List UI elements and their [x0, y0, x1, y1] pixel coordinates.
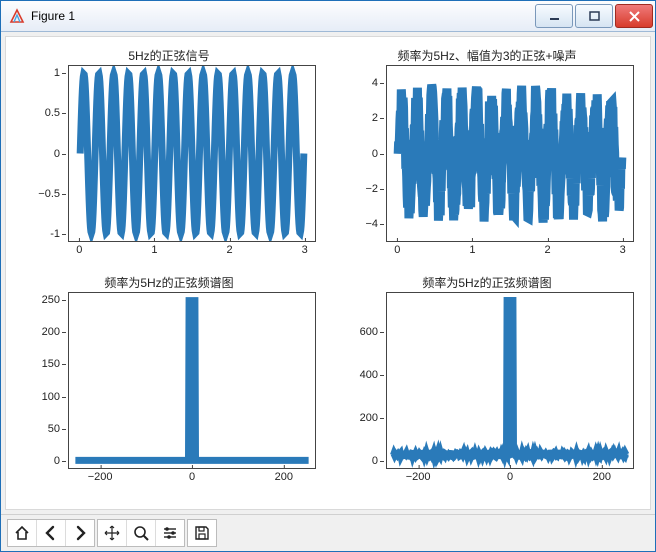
y-axis-ticks: 0 50 100 150 200 250 — [16, 292, 64, 469]
x-axis-ticks: 0 1 2 3 — [386, 244, 634, 262]
back-button[interactable] — [37, 520, 66, 546]
pan-button[interactable] — [98, 520, 127, 546]
y-tick-label: 100 — [42, 391, 60, 403]
y-tick-label: -1 — [50, 228, 60, 240]
y-tick-label: 1 — [54, 67, 60, 79]
x-axis-ticks: −200 0 200 — [68, 471, 316, 489]
toolbar-group-save — [187, 519, 217, 547]
x-tick-label: 0 — [76, 244, 82, 256]
y-tick-label: −4 — [365, 218, 378, 230]
x-axis-ticks: 0 1 2 3 — [68, 244, 316, 262]
x-tick-label: −200 — [406, 471, 431, 483]
y-tick-label: 0 — [54, 148, 60, 160]
y-tick-label: 250 — [42, 294, 60, 306]
data-line — [80, 74, 304, 233]
y-tick-label: 0 — [372, 148, 378, 160]
window-controls — [533, 4, 653, 28]
y-tick-label: 200 — [42, 326, 60, 338]
axes — [68, 65, 316, 242]
data-line — [393, 300, 626, 456]
data-line — [75, 301, 308, 461]
y-tick-label: 150 — [42, 358, 60, 370]
x-tick-label: 200 — [593, 471, 611, 483]
subplot-bottom-left: 频率为5Hz的正弦频谱图 0 50 100 150 200 250 −200 0 200 — [16, 276, 322, 499]
y-axis-ticks: -1 −0.5 0 0.5 1 — [16, 65, 64, 242]
subplot-title: 频率为5Hz的正弦频谱图 — [16, 274, 322, 291]
axes — [68, 292, 316, 469]
data-line — [398, 85, 622, 223]
toolbar-group-view — [97, 519, 185, 547]
home-button[interactable] — [8, 520, 37, 546]
x-tick-label: 3 — [620, 244, 626, 256]
x-tick-label: 3 — [302, 244, 308, 256]
y-tick-label: 0.5 — [45, 107, 60, 119]
titlebar[interactable]: Figure 1 — [1, 1, 655, 32]
x-tick-label: −200 — [88, 471, 113, 483]
axes — [386, 65, 634, 242]
x-tick-label: 0 — [394, 244, 400, 256]
subplot-title: 5Hz的正弦信号 — [16, 47, 322, 64]
y-tick-label: 400 — [360, 369, 378, 381]
y-tick-label: 200 — [360, 412, 378, 424]
y-tick-label: 4 — [372, 77, 378, 89]
configure-subplots-button[interactable] — [156, 520, 184, 546]
subplot-title: 频率为5Hz、幅值为3的正弦+噪声 — [334, 47, 640, 64]
subplot-title: 频率为5Hz的正弦频谱图 — [334, 274, 640, 291]
subplot-top-left: 5Hz的正弦信号 -1 −0.5 0 0.5 1 0 1 2 3 — [16, 49, 322, 272]
figure-canvas[interactable]: 5Hz的正弦信号 -1 −0.5 0 0.5 1 0 1 2 3 频率为5Hz、幅值为3的正弦… — [5, 36, 651, 510]
window-title: Figure 1 — [31, 9, 533, 23]
y-tick-label: 0 — [54, 455, 60, 467]
y-tick-label: 2 — [372, 112, 378, 124]
x-tick-label: 0 — [507, 471, 513, 483]
y-tick-label: 600 — [360, 326, 378, 338]
x-tick-label: 200 — [275, 471, 293, 483]
zoom-button[interactable] — [127, 520, 156, 546]
forward-button[interactable] — [66, 520, 94, 546]
y-axis-ticks: −4 −2 0 2 4 — [334, 65, 382, 242]
app-window: Figure 1 5Hz的正弦信号 -1 −0.5 0 0.5 1 0 1 2 3 频率为5H… — [0, 0, 656, 552]
y-tick-label: 0 — [372, 455, 378, 467]
x-tick-label: 2 — [227, 244, 233, 256]
y-tick-label: −2 — [365, 183, 378, 195]
x-tick-label: 1 — [151, 244, 157, 256]
save-button[interactable] — [188, 520, 216, 546]
x-tick-label: 0 — [189, 471, 195, 483]
x-tick-label: 2 — [545, 244, 551, 256]
subplot-top-right: 频率为5Hz、幅值为3的正弦+噪声 −4 −2 0 2 4 0 1 2 3 — [334, 49, 640, 272]
axes — [386, 292, 634, 469]
toolbar-group-nav — [7, 519, 95, 547]
x-axis-ticks: −200 0 200 — [386, 471, 634, 489]
subplot-grid: 5Hz的正弦信号 -1 −0.5 0 0.5 1 0 1 2 3 频率为5Hz、幅值为3的正弦… — [16, 49, 640, 499]
x-tick-label: 1 — [469, 244, 475, 256]
y-axis-ticks: 0 200 400 600 — [334, 292, 382, 469]
maximize-button[interactable] — [575, 4, 613, 28]
app-icon — [9, 8, 25, 24]
y-tick-label: 50 — [48, 423, 60, 435]
subplot-bottom-right: 频率为5Hz的正弦频谱图 0 200 400 600 −200 0 200 — [334, 276, 640, 499]
close-button[interactable] — [615, 4, 653, 28]
y-tick-label: −0.5 — [38, 188, 60, 200]
matplotlib-toolbar — [1, 514, 655, 551]
minimize-button[interactable] — [535, 4, 573, 28]
